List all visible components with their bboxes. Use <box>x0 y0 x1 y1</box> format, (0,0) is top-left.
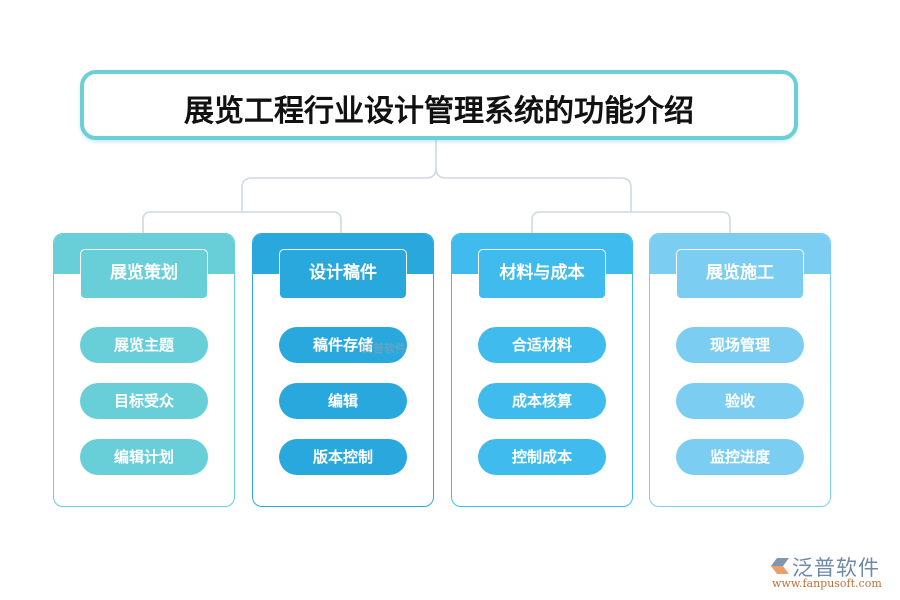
column-heading: 展览施工 <box>676 249 804 299</box>
feature-pill[interactable]: 编辑 <box>279 383 407 419</box>
connector-trunk-right <box>435 167 632 212</box>
page-title: 展览工程行业设计管理系统的功能介绍 <box>184 94 694 129</box>
column-heading: 展览策划 <box>80 249 208 299</box>
column-exhibition-planning: 展览策划 展览主题 目标受众 编辑计划 <box>53 233 235 507</box>
feature-pill[interactable]: 合适材料 <box>478 327 606 363</box>
column-materials-cost: 材料与成本 合适材料 成本核算 控制成本 <box>451 233 633 507</box>
feature-pill[interactable]: 编辑计划 <box>80 439 208 475</box>
feature-pill[interactable]: 目标受众 <box>80 383 208 419</box>
column-design-drafts: 设计稿件 稿件存储 编辑 版本控制 <box>252 233 434 507</box>
title-box: 展览工程行业设计管理系统的功能介绍 <box>80 70 798 140</box>
brand-logo: 泛普软件 www.fanpusoft.com <box>766 552 896 592</box>
watermark: 泛普软件 <box>362 342 406 355</box>
column-heading: 材料与成本 <box>478 249 606 299</box>
feature-pill[interactable]: 现场管理 <box>676 327 804 363</box>
connector-right-branch <box>531 211 731 233</box>
column-construction: 展览施工 现场管理 验收 监控进度 <box>649 233 831 507</box>
column-heading: 设计稿件 <box>279 249 407 299</box>
feature-pill[interactable]: 版本控制 <box>279 439 407 475</box>
logo-url: www.fanpusoft.com <box>772 577 882 590</box>
connector-left-branch <box>142 211 342 233</box>
connector-trunk <box>241 140 437 212</box>
logo-icon <box>771 558 789 574</box>
feature-pill[interactable]: 展览主题 <box>80 327 208 363</box>
feature-pill[interactable]: 监控进度 <box>676 439 804 475</box>
feature-pill[interactable]: 验收 <box>676 383 804 419</box>
feature-pill[interactable]: 控制成本 <box>478 439 606 475</box>
feature-pill[interactable]: 成本核算 <box>478 383 606 419</box>
